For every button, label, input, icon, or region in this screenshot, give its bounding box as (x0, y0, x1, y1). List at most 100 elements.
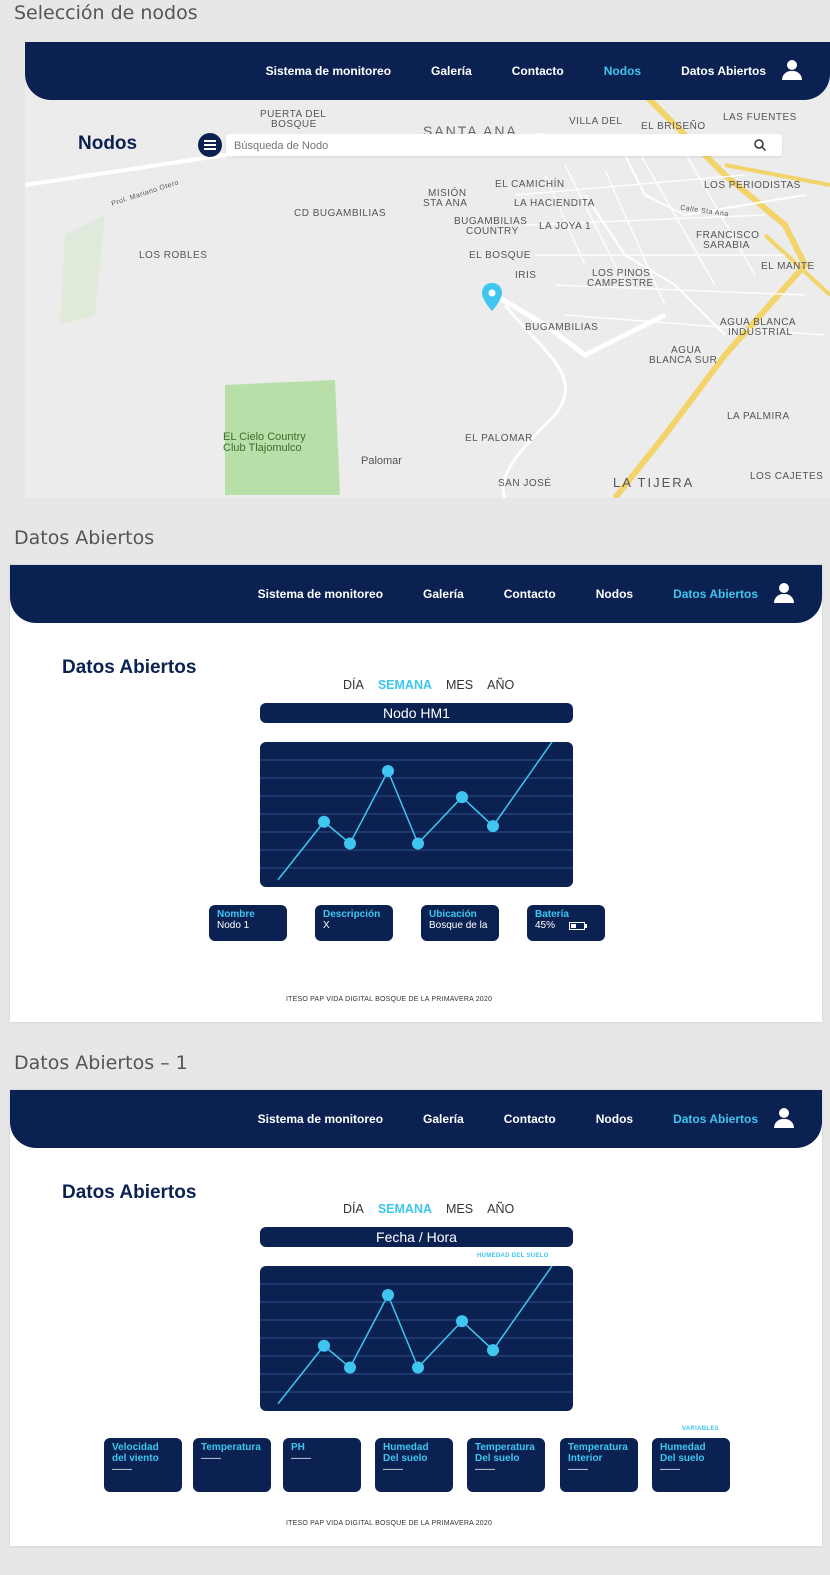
variable-card[interactable]: Temperatura —— (193, 1438, 271, 1492)
search-icon[interactable] (754, 139, 766, 151)
footer: ITESO PAP VIDA DIGITAL BOSQUE DE LA PRIM… (286, 1520, 493, 1527)
card-value: —— (201, 1453, 221, 1464)
variable-card[interactable]: Humedad Del suelo —— (375, 1438, 453, 1492)
card-value: X (323, 920, 330, 931)
tab-ano[interactable]: AÑO (487, 1202, 514, 1216)
artboard-title-seleccion: Selección de nodos (14, 2, 198, 24)
date-selector[interactable]: Fecha / Hora (260, 1227, 573, 1247)
series-line (277, 1266, 553, 1405)
node-selector[interactable]: Nodo HM1 (260, 703, 573, 723)
variable-card[interactable]: Velocidad del viento —— (104, 1438, 182, 1492)
card-value: —— (383, 1464, 403, 1475)
info-card-nombre: Nombre Nodo 1 (209, 905, 287, 941)
nav-datos-abiertos[interactable]: Datos Abiertos (673, 1112, 758, 1126)
data-point (487, 1344, 499, 1357)
data-point (344, 837, 356, 850)
artboard-title-datos-1: Datos Abiertos – 1 (14, 1052, 188, 1074)
map[interactable]: PUERTA DEL BOSQUE SANTA ANA VILLA DEL EL… (25, 55, 830, 498)
card-value: Bosque de la (429, 920, 488, 931)
artboard-title-datos: Datos Abiertos (14, 527, 155, 549)
map-label: INDUSTRIAL (728, 327, 793, 338)
search-input[interactable] (232, 136, 736, 156)
search-bar (226, 134, 782, 156)
tab-ano[interactable]: AÑO (487, 678, 514, 692)
data-point (412, 837, 424, 850)
footer: ITESO PAP VIDA DIGITAL BOSQUE DE LA PRIM… (286, 996, 493, 1003)
map-label: LA JOYA 1 (539, 221, 592, 232)
user-icon[interactable] (774, 1108, 794, 1130)
nav-contacto[interactable]: Contacto (504, 1112, 556, 1126)
info-card-bateria: Batería 45% (527, 905, 605, 941)
chart-svg (260, 1266, 573, 1405)
map-label: Club Tlajomulco (223, 442, 302, 454)
map-label: EL BRISEÑO (641, 121, 706, 132)
user-icon[interactable] (774, 583, 794, 605)
variable-card[interactable]: Temperatura Interior —— (560, 1438, 638, 1492)
nav-nodos[interactable]: Nodos (604, 64, 641, 78)
info-card-descripcion: Descripción X (315, 905, 393, 941)
top-nav: Sistema de monitoreo Galería Contacto No… (10, 565, 822, 623)
nav-nodos[interactable]: Nodos (596, 1112, 633, 1126)
menu-icon[interactable] (198, 133, 222, 157)
nav-sistema[interactable]: Sistema de monitoreo (266, 64, 391, 78)
map-label: COUNTRY (466, 226, 519, 237)
map-label: STA ANA (423, 198, 468, 209)
nav-sistema[interactable]: Sistema de monitoreo (258, 587, 383, 601)
tab-dia[interactable]: DÍA (343, 1202, 364, 1216)
nav-galeria[interactable]: Galería (423, 1112, 464, 1126)
chart-svg (260, 742, 573, 881)
tab-semana[interactable]: SEMANA (378, 678, 432, 692)
tab-mes[interactable]: MES (446, 678, 473, 692)
map-label: LOS ROBLES (139, 250, 208, 261)
chart-series-label: HUMEDAD DEL SUELO (477, 1253, 549, 1259)
data-point (412, 1361, 424, 1374)
map-label: SAN JOSÉ (498, 478, 552, 489)
map-label: CAMPESTRE (587, 278, 654, 289)
data-point (344, 1361, 356, 1374)
variables-label: VARIABLES (682, 1426, 719, 1432)
nav-nodos[interactable]: Nodos (596, 587, 633, 601)
series-line (277, 742, 553, 881)
time-tabs: DÍA SEMANA MES AÑO (343, 678, 514, 692)
data-point (382, 765, 394, 777)
data-point (456, 791, 468, 804)
nav-galeria[interactable]: Galería (431, 64, 472, 78)
top-nav: Sistema de monitoreo Galería Contacto No… (10, 1090, 822, 1148)
card-value: —— (475, 1464, 495, 1475)
card-label: PH (291, 1442, 305, 1453)
map-label: LAS FUENTES (723, 112, 797, 123)
nav-datos-abiertos[interactable]: Datos Abiertos (681, 64, 766, 78)
map-label: LOS PERIODISTAS (704, 180, 801, 191)
nav-contacto[interactable]: Contacto (504, 587, 556, 601)
card-label: Humedad Del suelo (383, 1442, 429, 1464)
tab-dia[interactable]: DÍA (343, 678, 364, 692)
tab-mes[interactable]: MES (446, 1202, 473, 1216)
node-pin-icon[interactable] (482, 283, 502, 311)
map-label: EL CAMICHÍN (495, 179, 565, 190)
map-canvas (25, 55, 830, 498)
data-point (456, 1315, 468, 1328)
card-label: Temperatura Del suelo (475, 1442, 535, 1464)
nav-contacto[interactable]: Contacto (512, 64, 564, 78)
card-label: Batería (535, 909, 569, 920)
variable-card[interactable]: Temperatura Del suelo —— (467, 1438, 545, 1492)
nav-sistema[interactable]: Sistema de monitoreo (258, 1112, 383, 1126)
card-label: Ubicación (429, 909, 477, 920)
user-icon[interactable] (782, 60, 802, 82)
line-chart (260, 742, 573, 887)
tab-semana[interactable]: SEMANA (378, 1202, 432, 1216)
card-label: Temperatura (201, 1442, 261, 1453)
card-value: —— (112, 1464, 132, 1475)
variable-card[interactable]: PH —— (283, 1438, 361, 1492)
variable-card[interactable]: Humedad Del suelo —— (652, 1438, 730, 1492)
map-label: BLANCA SUR (649, 355, 718, 366)
map-label: LA PALMIRA (727, 411, 790, 422)
card-value: —— (660, 1464, 680, 1475)
nav-datos-abiertos[interactable]: Datos Abiertos (673, 587, 758, 601)
map-label: BUGAMBILIAS (525, 322, 599, 333)
map-label: EL PALOMAR (465, 433, 533, 444)
battery-icon (569, 921, 588, 930)
top-nav: Sistema de monitoreo Galería Contacto No… (25, 42, 830, 100)
map-label: LA TIJERA (613, 475, 695, 490)
nav-galeria[interactable]: Galería (423, 587, 464, 601)
